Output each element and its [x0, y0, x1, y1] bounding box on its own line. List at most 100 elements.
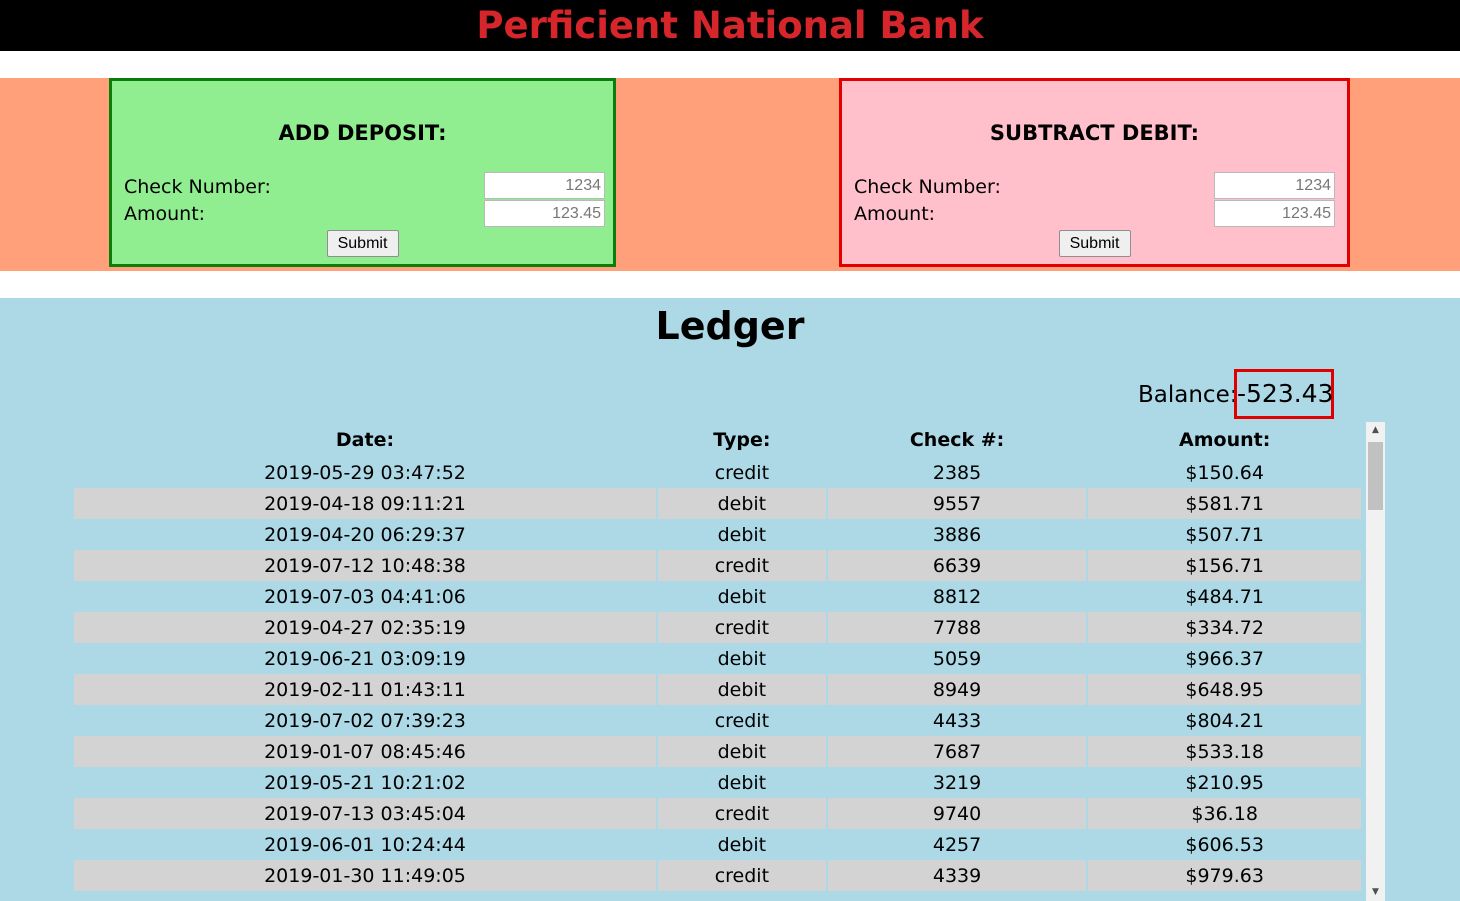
amount-cell: $648.95 [1088, 674, 1361, 705]
balance-value: -523.43 [1234, 369, 1334, 419]
ledger-table-scroll[interactable]: Date: Type: Check #: Amount: 2019-05-29 … [74, 423, 1386, 901]
amount-cell: $979.63 [1088, 860, 1361, 891]
amount-cell: $150.64 [1185, 461, 1264, 484]
amount-cell: $804.21 [1185, 709, 1264, 732]
ledger-title: Ledger [655, 304, 805, 348]
type-cell: debit [657, 736, 826, 767]
balance-label: Balance: [1138, 382, 1238, 408]
check-cell: 7687 [827, 736, 1087, 767]
date-cell: 2019-04-27 02:35:19 [74, 612, 656, 643]
date-cell: 2019-04-20 06:29:37 [264, 523, 466, 546]
amount-cell: $966.37 [1185, 647, 1264, 670]
amount-cell: $210.95 [1185, 771, 1264, 794]
ledger-header-row: Date: Type: Check #: Amount: [74, 423, 1361, 457]
debit-form: SUBTRACT DEBIT: Check Number: Amount: Su… [839, 78, 1350, 267]
type-cell: debit [717, 523, 767, 546]
table-row: 2019-05-29 03:47:52 credit 2385 $150.64 [74, 457, 1361, 488]
check-cell: 9740 [827, 798, 1087, 829]
amount-cell: $533.18 [1088, 736, 1361, 767]
amount-cell: $581.71 [1088, 488, 1361, 519]
date-cell: 2019-07-03 04:41:06 [264, 585, 466, 608]
table-row: 2019-07-03 04:41:06 debit 8812 $484.71 [74, 581, 1361, 612]
table-row: 2019-05-21 10:21:02 debit 3219 $210.95 [74, 767, 1361, 798]
table-row: 2019-06-01 10:24:44 debit 4257 $606.53 [74, 829, 1361, 860]
ledger-body: 2019-05-29 03:47:52 credit 2385 $150.64 2019… [74, 457, 1361, 891]
table-row: 2019-04-20 06:29:37 debit 3886 $507.71 [74, 519, 1361, 550]
date-cell: 2019-01-30 11:49:05 [74, 860, 656, 891]
scroll-thumb[interactable] [1368, 442, 1383, 510]
deposit-amount-label: Amount: [124, 203, 206, 225]
table-row: 2019-01-07 08:45:46 debit 7687 $533.18 [74, 736, 1361, 767]
column-header-type: Type: [713, 429, 771, 451]
type-cell: debit [657, 674, 826, 705]
date-cell: 2019-07-13 03:45:04 [74, 798, 656, 829]
table-row: 2019-07-13 03:45:04 credit 9740 $36.18 [74, 798, 1361, 829]
amount-cell: $334.72 [1088, 612, 1361, 643]
type-cell: debit [657, 488, 826, 519]
check-cell: 6639 [827, 550, 1087, 581]
debit-amount-label: Amount: [854, 203, 936, 225]
date-cell: 2019-07-02 07:39:23 [264, 709, 466, 732]
scroll-up-icon[interactable]: ▲ [1366, 422, 1385, 439]
bank-title: Perficient National Bank [476, 4, 984, 47]
type-cell: credit [657, 550, 826, 581]
deposit-submit-button[interactable]: Submit [326, 230, 399, 257]
type-cell: credit [657, 860, 826, 891]
debit-title: SUBTRACT DEBIT: [989, 121, 1200, 145]
debit-submit-button[interactable]: Submit [1058, 230, 1131, 257]
debit-check-input[interactable] [1214, 172, 1335, 199]
type-cell: debit [717, 771, 767, 794]
app-header: Perficient National Bank [0, 0, 1460, 51]
date-cell: 2019-06-01 10:24:44 [264, 833, 466, 856]
table-row: 2019-06-21 03:09:19 debit 5059 $966.37 [74, 643, 1361, 674]
scroll-down-icon[interactable]: ▼ [1366, 884, 1385, 901]
check-cell: 9557 [827, 488, 1087, 519]
amount-cell: $156.71 [1088, 550, 1361, 581]
deposit-check-input[interactable] [484, 172, 605, 199]
date-cell: 2019-07-12 10:48:38 [74, 550, 656, 581]
check-cell: 4339 [827, 860, 1087, 891]
table-row: 2019-02-11 01:43:11 debit 8949 $648.95 [74, 674, 1361, 705]
column-header-date: Date: [335, 429, 395, 451]
column-header-amount: Amount: [1179, 429, 1271, 451]
type-cell: debit [717, 647, 767, 670]
deposit-amount-input[interactable] [484, 200, 605, 227]
ledger-scrollbar[interactable]: ▲ ▼ [1366, 422, 1385, 901]
table-row: 2019-07-12 10:48:38 credit 6639 $156.71 [74, 550, 1361, 581]
check-cell: 4257 [932, 833, 982, 856]
deposit-form: ADD DEPOSIT: Check Number: Amount: Submi… [109, 78, 616, 267]
check-cell: 4433 [932, 709, 982, 732]
amount-cell: $484.71 [1185, 585, 1264, 608]
date-cell: 2019-01-07 08:45:46 [74, 736, 656, 767]
date-cell: 2019-02-11 01:43:11 [74, 674, 656, 705]
date-cell: 2019-05-29 03:47:52 [264, 461, 466, 484]
date-cell: 2019-05-21 10:21:02 [264, 771, 466, 794]
check-cell: 8812 [932, 585, 982, 608]
type-cell: credit [657, 612, 826, 643]
table-row: 2019-04-18 09:11:21 debit 9557 $581.71 [74, 488, 1361, 519]
ledger-table: Date: Type: Check #: Amount: 2019-05-29 … [74, 423, 1363, 891]
debit-amount-input[interactable] [1214, 200, 1335, 227]
table-row: 2019-07-02 07:39:23 credit 4433 $804.21 [74, 705, 1361, 736]
type-cell: credit [714, 709, 770, 732]
type-cell: credit [657, 798, 826, 829]
date-cell: 2019-04-18 09:11:21 [74, 488, 656, 519]
deposit-check-label: Check Number: [124, 176, 271, 198]
debit-check-label: Check Number: [854, 176, 1001, 198]
check-cell: 3886 [932, 523, 982, 546]
forms-band: ADD DEPOSIT: Check Number: Amount: Submi… [0, 78, 1460, 271]
amount-cell: $606.53 [1185, 833, 1264, 856]
amount-cell: $36.18 [1088, 798, 1361, 829]
amount-cell: $507.71 [1185, 523, 1264, 546]
ledger-section: Ledger Balance: -523.43 Date: Type: Chec… [0, 298, 1460, 901]
column-header-check: Check #: [909, 429, 1005, 451]
type-cell: credit [714, 461, 770, 484]
check-cell: 7788 [827, 612, 1087, 643]
type-cell: debit [717, 833, 767, 856]
check-cell: 2385 [932, 461, 982, 484]
deposit-title: ADD DEPOSIT: [278, 121, 447, 145]
table-row: 2019-04-27 02:35:19 credit 7788 $334.72 [74, 612, 1361, 643]
check-cell: 3219 [932, 771, 982, 794]
check-cell: 5059 [932, 647, 982, 670]
table-row: 2019-01-30 11:49:05 credit 4339 $979.63 [74, 860, 1361, 891]
